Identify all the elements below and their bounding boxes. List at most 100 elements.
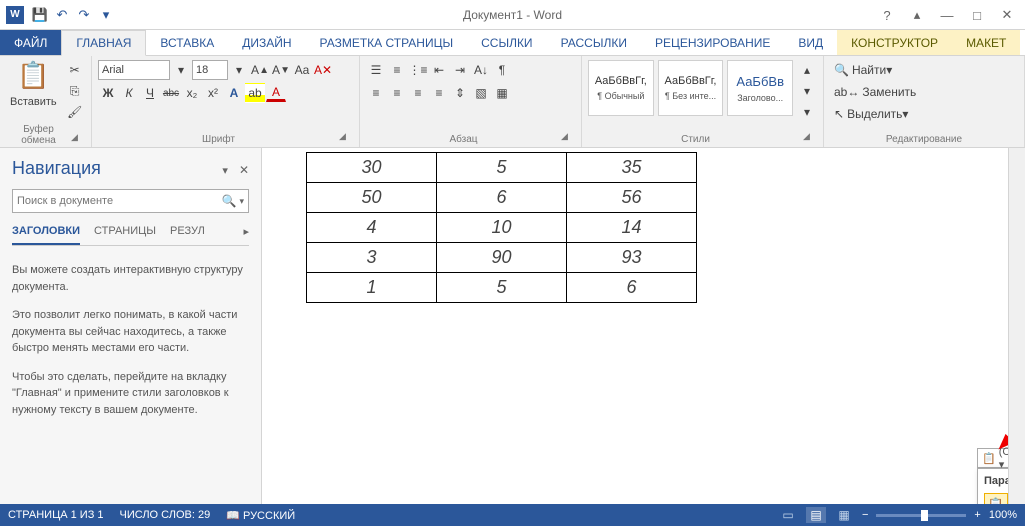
view-print-layout[interactable]: ▤ [806, 507, 826, 523]
qat-more-button[interactable]: ▾ [96, 5, 116, 25]
zoom-slider[interactable] [876, 514, 966, 517]
table-cell[interactable]: 14 [567, 213, 697, 243]
borders-button[interactable]: ▦ [492, 83, 512, 103]
clipboard-launcher[interactable]: ◢ [71, 132, 85, 146]
bullets-button[interactable]: ☰ [366, 60, 386, 80]
table-cell[interactable]: 6 [437, 183, 567, 213]
justify-button[interactable]: ≡ [429, 83, 449, 103]
table-row[interactable]: 30535 [307, 153, 697, 183]
nav-search-input[interactable] [17, 195, 222, 207]
style-normal[interactable]: АаБбВвГг, ¶ Обычный [588, 60, 654, 116]
change-case-button[interactable]: Aa [292, 60, 312, 80]
copy-button[interactable]: ⎘ [65, 81, 85, 101]
search-icon[interactable]: 🔍 [222, 194, 237, 208]
table-row[interactable]: 156 [307, 273, 697, 303]
styles-scroll-up[interactable]: ▴ [797, 60, 817, 80]
table-cell[interactable]: 5 [437, 273, 567, 303]
paste-button[interactable]: Вставить [6, 92, 61, 112]
table-row[interactable]: 41014 [307, 213, 697, 243]
table-cell[interactable]: 30 [307, 153, 437, 183]
increase-indent-button[interactable]: ⇥ [450, 60, 470, 80]
grow-font-button[interactable]: A▲ [250, 60, 270, 80]
tab-mailings[interactable]: РАССЫЛКИ [547, 30, 641, 55]
search-dropdown[interactable]: ▾ [239, 196, 244, 207]
font-name-combo[interactable]: Arial [98, 60, 170, 80]
cut-button[interactable]: ✂ [65, 60, 85, 80]
superscript-button[interactable]: x² [203, 83, 223, 103]
underline-button[interactable]: Ч [140, 83, 160, 103]
table-cell[interactable]: 93 [567, 243, 697, 273]
tab-view[interactable]: ВИД [784, 30, 837, 55]
font-launcher[interactable]: ◢ [339, 131, 353, 145]
zoom-out-button[interactable]: − [862, 509, 868, 521]
view-web-layout[interactable]: ▦ [834, 507, 854, 523]
multilevel-button[interactable]: ⋮≡ [408, 60, 428, 80]
select-button[interactable]: ↖ Выделить ▾ [830, 104, 912, 124]
table-cell[interactable]: 35 [567, 153, 697, 183]
sort-button[interactable]: A↓ [471, 60, 491, 80]
tab-page-layout[interactable]: РАЗМЕТКА СТРАНИЦЫ [306, 30, 468, 55]
status-language[interactable]: 📖 РУССКИЙ [226, 509, 295, 522]
font-size-dropdown[interactable]: ▾ [229, 60, 249, 80]
table-cell[interactable]: 90 [437, 243, 567, 273]
italic-button[interactable]: К [119, 83, 139, 103]
status-word-count[interactable]: ЧИСЛО СЛОВ: 29 [120, 509, 211, 522]
table-cell[interactable]: 6 [567, 273, 697, 303]
shading-button[interactable]: ▧ [471, 83, 491, 103]
tab-home[interactable]: ГЛАВНАЯ [61, 30, 146, 56]
highlight-button[interactable]: ab [245, 83, 265, 103]
styles-scroll-down[interactable]: ▾ [797, 81, 817, 101]
table-cell[interactable]: 56 [567, 183, 697, 213]
decrease-indent-button[interactable]: ⇤ [429, 60, 449, 80]
minimize-button[interactable]: — [933, 5, 961, 25]
show-marks-button[interactable]: ¶ [492, 60, 512, 80]
tab-insert[interactable]: ВСТАВКА [146, 30, 228, 55]
ribbon-display-button[interactable]: ▴ [903, 5, 931, 25]
table-row[interactable]: 39093 [307, 243, 697, 273]
styles-more[interactable]: ▾ [797, 102, 817, 122]
redo-button[interactable]: ↷ [74, 5, 94, 25]
undo-button[interactable]: ↶ [52, 5, 72, 25]
tab-file[interactable]: ФАЙЛ [0, 30, 61, 55]
nav-tab-headings[interactable]: ЗАГОЛОВКИ [12, 225, 80, 245]
align-left-button[interactable]: ≡ [366, 83, 386, 103]
maximize-button[interactable]: □ [963, 5, 991, 25]
font-color-button[interactable]: A [266, 85, 286, 102]
strike-button[interactable]: abc [161, 83, 181, 103]
paste-icon[interactable]: 📋 [17, 60, 49, 91]
paragraph-launcher[interactable]: ◢ [561, 131, 575, 145]
nav-tab-pages[interactable]: СТРАНИЦЫ [94, 225, 156, 245]
nav-search-box[interactable]: 🔍 ▾ [12, 189, 249, 213]
tab-references[interactable]: ССЫЛКИ [467, 30, 546, 55]
tab-table-layout[interactable]: МАКЕТ [952, 30, 1020, 55]
replace-button[interactable]: ab↔ Заменить [830, 82, 920, 102]
table-cell[interactable]: 5 [437, 153, 567, 183]
vertical-scrollbar[interactable] [1008, 148, 1025, 504]
table-cell[interactable]: 50 [307, 183, 437, 213]
subscript-button[interactable]: x₂ [182, 83, 202, 103]
help-button[interactable]: ? [873, 5, 901, 25]
table-cell[interactable]: 10 [437, 213, 567, 243]
paste-keep-source-formatting[interactable]: 📋 [984, 493, 1008, 504]
table-cell[interactable]: 4 [307, 213, 437, 243]
save-button[interactable]: 💾 [30, 5, 50, 25]
table-cell[interactable]: 3 [307, 243, 437, 273]
nav-close-button[interactable]: ✕ [239, 163, 249, 177]
tab-review[interactable]: РЕЦЕНЗИРОВАНИЕ [641, 30, 784, 55]
styles-launcher[interactable]: ◢ [803, 131, 817, 145]
shrink-font-button[interactable]: A▼ [271, 60, 291, 80]
font-name-dropdown[interactable]: ▾ [171, 60, 191, 80]
find-button[interactable]: 🔍 Найти ▾ [830, 60, 896, 80]
numbering-button[interactable]: ≡ [387, 60, 407, 80]
style-heading1[interactable]: АаБбВв Заголово... [727, 60, 793, 116]
nav-tabs-more[interactable]: ▸ [243, 225, 249, 245]
style-no-spacing[interactable]: АаБбВвГг, ¶ Без инте... [658, 60, 724, 116]
align-right-button[interactable]: ≡ [408, 83, 428, 103]
font-size-combo[interactable]: 18 [192, 60, 228, 80]
format-painter-button[interactable]: 🖌 [65, 102, 85, 122]
tab-table-design[interactable]: КОНСТРУКТОР [837, 30, 952, 55]
status-page[interactable]: СТРАНИЦА 1 ИЗ 1 [8, 509, 104, 522]
tab-design[interactable]: ДИЗАЙН [228, 30, 305, 55]
bold-button[interactable]: Ж [98, 83, 118, 103]
table-row[interactable]: 50656 [307, 183, 697, 213]
